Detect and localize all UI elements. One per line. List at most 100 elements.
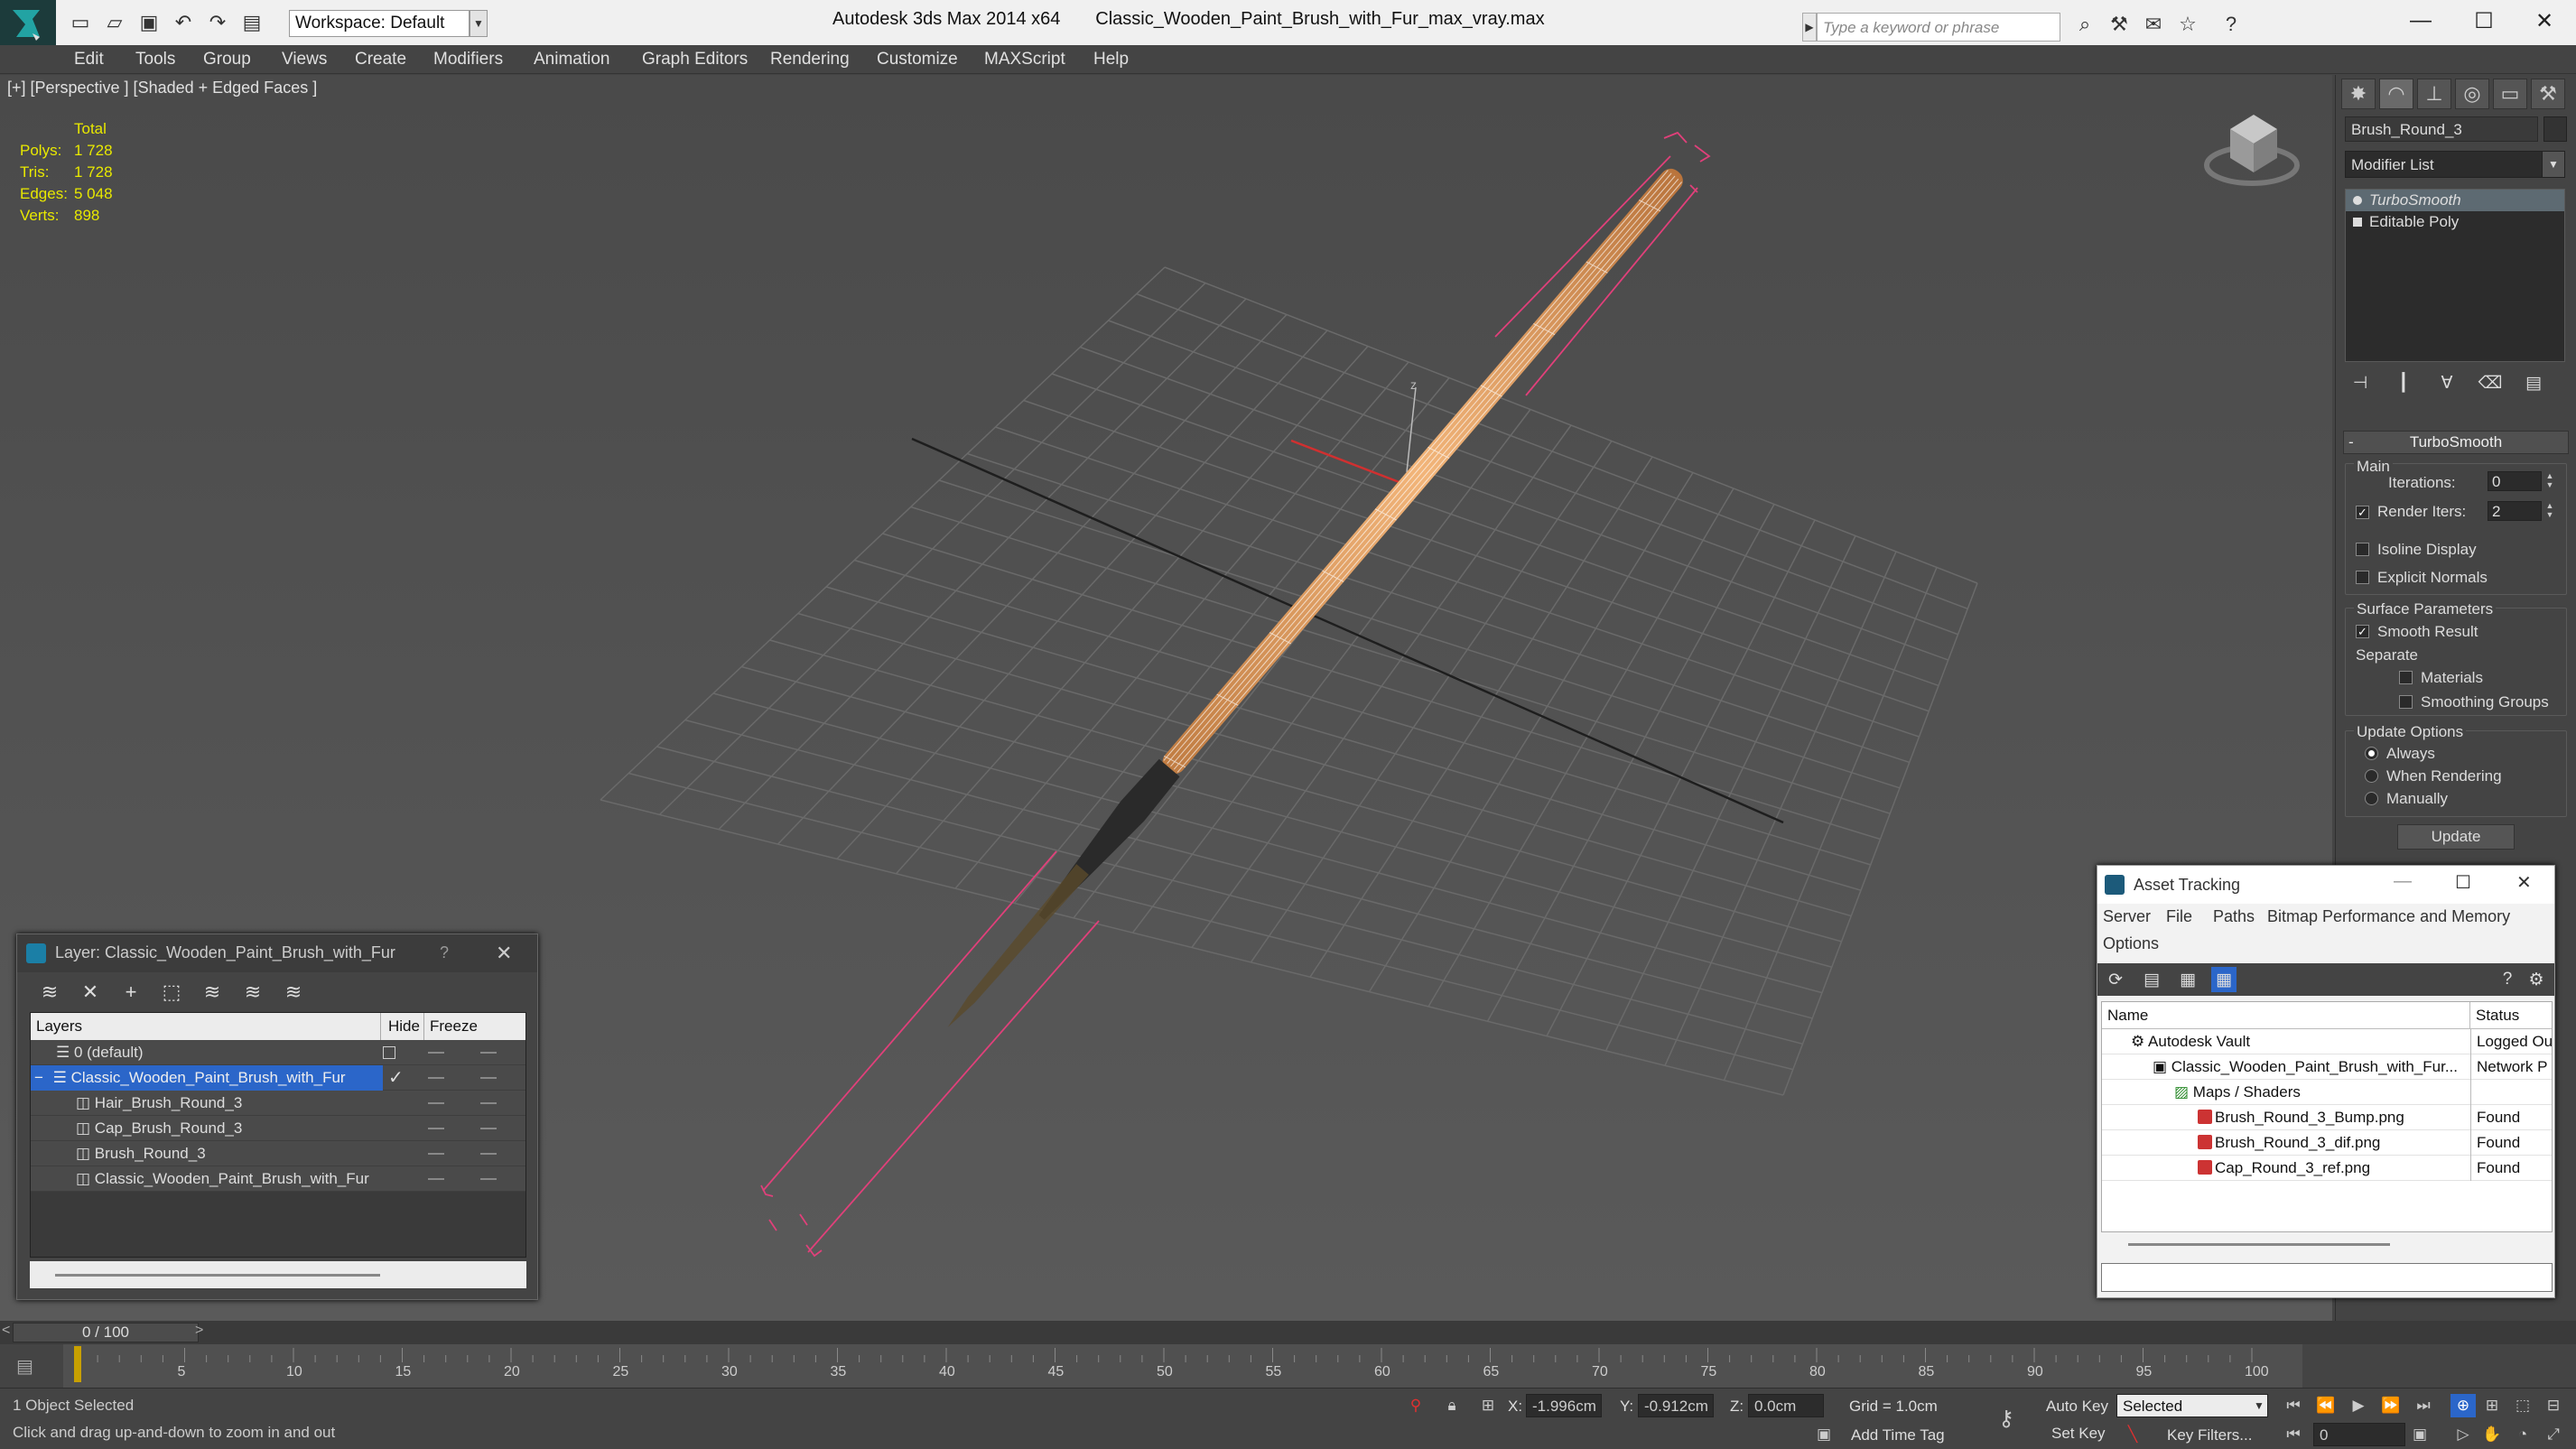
freeze-toggle[interactable]: [480, 1153, 497, 1155]
freeze-toggle[interactable]: [480, 1102, 497, 1104]
menu-rendering[interactable]: Rendering: [770, 45, 850, 74]
favorites-star-icon[interactable]: ☆: [2174, 11, 2201, 38]
checkmark-icon[interactable]: ✓: [388, 1065, 404, 1091]
menu-tools[interactable]: Tools: [135, 45, 175, 74]
create-tab-icon[interactable]: ✸: [2341, 79, 2376, 109]
stack-item-turbosmooth[interactable]: TurboSmooth: [2346, 190, 2564, 211]
selection-lock-icon[interactable]: 🔒︎: [1439, 1394, 1465, 1417]
horizontal-scrollbar[interactable]: [30, 1261, 526, 1288]
menu-animation[interactable]: Animation: [534, 45, 610, 74]
explicit-normals-checkbox[interactable]: [2356, 571, 2369, 584]
zoom-icon[interactable]: ⊕: [2450, 1394, 2476, 1417]
app-logo-icon[interactable]: [0, 0, 56, 45]
update-button[interactable]: Update: [2397, 824, 2515, 850]
layer-row[interactable]: ☰ 0 (default): [31, 1040, 525, 1065]
asset-row[interactable]: Brush_Round_3_dif.png Found: [2102, 1130, 2552, 1156]
search-input[interactable]: Type a keyword or phrase: [1817, 13, 2060, 42]
hide-toggle[interactable]: [428, 1128, 444, 1129]
key-icon[interactable]: ⚷: [1994, 1407, 2019, 1431]
smooth-result-checkbox[interactable]: ✓: [2356, 625, 2369, 638]
when-rendering-radio[interactable]: [2365, 769, 2378, 783]
asset-path-field[interactable]: [2101, 1263, 2553, 1292]
highlight-layer-icon[interactable]: ≋: [198, 978, 227, 1007]
asset-row[interactable]: ⚙ Autodesk Vault Logged Ou: [2102, 1029, 2552, 1054]
zoom-all-icon[interactable]: ⊞: [2479, 1394, 2505, 1417]
z-coordinate-field[interactable]: 0.0cm: [1748, 1394, 1824, 1417]
settings-icon[interactable]: ⚙: [2524, 967, 2549, 992]
subscription-icon[interactable]: ⚒: [2106, 11, 2133, 38]
set-key-filter-icon[interactable]: ╲: [2120, 1423, 2145, 1446]
next-frame-icon[interactable]: >: [195, 1323, 203, 1339]
current-frame-field[interactable]: 0: [2313, 1423, 2405, 1446]
isolate-pin-icon[interactable]: ⚲: [1403, 1394, 1428, 1417]
maximize-button[interactable]: ☐: [2455, 871, 2471, 894]
search-expand-icon[interactable]: ▶: [1802, 13, 1817, 42]
col-layers[interactable]: Layers: [31, 1013, 381, 1040]
smoothing-groups-checkbox[interactable]: [2399, 695, 2413, 709]
iterations-spinner[interactable]: 0: [2488, 471, 2542, 491]
freeze-all-layers-icon[interactable]: ≋: [279, 978, 308, 1007]
auto-key-button[interactable]: Auto Key: [2046, 1398, 2108, 1416]
dialog-title-bar[interactable]: Layer: Classic_Wooden_Paint_Brush_with_F…: [17, 934, 537, 972]
create-layer-icon[interactable]: ≋: [35, 978, 64, 1007]
curve-editor-icon[interactable]: ▤: [16, 1355, 33, 1378]
new-file-icon[interactable]: ▭: [67, 9, 94, 36]
close-icon[interactable]: ✕: [2516, 871, 2532, 894]
manually-radio[interactable]: [2365, 792, 2378, 805]
materials-checkbox[interactable]: [2399, 671, 2413, 684]
minimize-button[interactable]: —: [2394, 871, 2412, 892]
object-color-swatch[interactable]: [2543, 116, 2567, 142]
zoom-extents-all-icon[interactable]: ⊟: [2541, 1394, 2566, 1417]
chevron-down-icon[interactable]: ▼: [2246, 1394, 2272, 1417]
show-end-result-icon[interactable]: ┃: [2388, 370, 2419, 395]
menu-file[interactable]: File: [2166, 907, 2192, 926]
expand-icon[interactable]: −: [34, 1069, 48, 1086]
add-time-tag-button[interactable]: Add Time Tag: [1851, 1426, 1945, 1444]
menu-bitmap-performance[interactable]: Bitmap Performance and Memory: [2267, 907, 2510, 926]
utilities-tab-icon[interactable]: ⚒: [2531, 79, 2565, 109]
project-folder-icon[interactable]: ▤: [238, 9, 265, 36]
track-bar[interactable]: ▤ 5 10 15 20 25 30 35 40 45 50 55 60 65 70 75 80 85 90 95 1…: [0, 1344, 2576, 1388]
dialog-title-bar[interactable]: Asset Tracking — ☐ ✕: [2097, 866, 2554, 904]
menu-group[interactable]: Group: [203, 45, 251, 74]
pan-view-icon[interactable]: ✋: [2479, 1423, 2505, 1446]
modifier-list-dropdown[interactable]: Modifier List: [2345, 151, 2565, 178]
collapse-minus-icon[interactable]: -: [2348, 432, 2354, 453]
time-slider[interactable]: < 0 / 100 >: [0, 1321, 2576, 1344]
time-tag-icon[interactable]: ▣: [1811, 1423, 1837, 1446]
play-icon[interactable]: ▶: [2346, 1394, 2371, 1417]
key-mode-dropdown[interactable]: Selected: [2116, 1394, 2268, 1417]
zoom-extents-icon[interactable]: ⬚: [2510, 1394, 2535, 1417]
go-to-start-icon[interactable]: ⏮: [2281, 1394, 2306, 1417]
spinner-arrows-icon[interactable]: ▲ ▼: [2543, 501, 2556, 521]
track-ruler[interactable]: 5 10 15 20 25 30 35 40 45 50 55 60 65 70 75 80 85 90 95 100: [63, 1344, 2302, 1388]
menu-help[interactable]: Help: [1093, 45, 1129, 74]
help-button[interactable]: ?: [440, 943, 449, 962]
object-name-field[interactable]: Brush_Round_3: [2345, 116, 2538, 142]
communication-icon[interactable]: ✉: [2140, 11, 2167, 38]
menu-edit[interactable]: Edit: [74, 45, 104, 74]
time-slider-thumb[interactable]: 0 / 100: [13, 1323, 199, 1342]
pin-stack-icon[interactable]: ⊣: [2345, 370, 2376, 395]
render-iters-checkbox[interactable]: ✓: [2356, 506, 2369, 519]
help-icon[interactable]: ?: [2495, 967, 2520, 992]
menu-graph-editors[interactable]: Graph Editors: [642, 45, 748, 74]
delete-layer-icon[interactable]: ✕: [76, 978, 105, 1007]
hide-toggle[interactable]: [428, 1178, 444, 1180]
isoline-display-checkbox[interactable]: [2356, 543, 2369, 556]
absolute-mode-icon[interactable]: ⊞: [1475, 1394, 1501, 1417]
freeze-toggle[interactable]: [480, 1052, 497, 1054]
binoculars-icon[interactable]: ⌕: [2071, 11, 2098, 38]
close-button[interactable]: ✕: [2513, 0, 2576, 42]
close-icon[interactable]: ✕: [496, 942, 512, 965]
asset-row[interactable]: ▨ Maps / Shaders: [2102, 1080, 2552, 1105]
asset-row[interactable]: Cap_Round_3_ref.png Found: [2102, 1156, 2552, 1181]
list-view-icon[interactable]: ▤: [2139, 967, 2164, 992]
menu-paths[interactable]: Paths: [2213, 907, 2255, 926]
expand-plus-icon[interactable]: [2353, 218, 2362, 227]
chevron-down-icon[interactable]: ▼: [470, 10, 488, 37]
key-mode-toggle-icon[interactable]: ⏮: [2281, 1423, 2306, 1446]
time-config-icon[interactable]: ▣: [2407, 1423, 2432, 1446]
horizontal-scrollbar[interactable]: [2101, 1236, 2553, 1252]
layer-row[interactable]: ◫ Cap_Brush_Round_3: [31, 1116, 525, 1141]
